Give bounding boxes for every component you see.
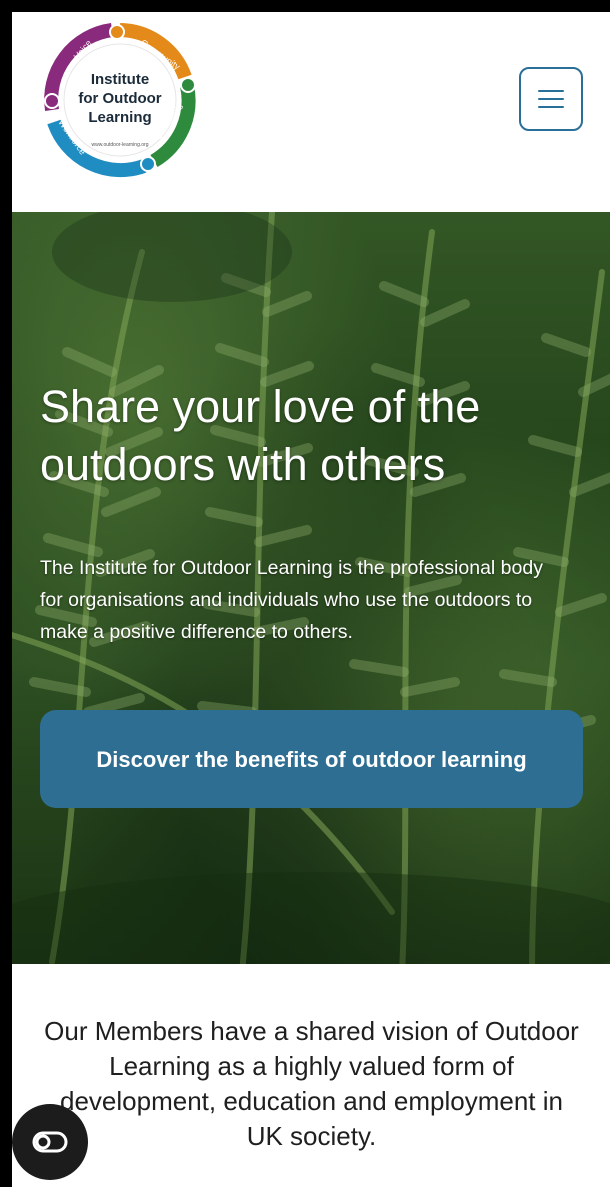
logo-line-2: for Outdoor [78, 90, 162, 107]
accessibility-toggle-icon [32, 1131, 68, 1153]
cta-label: Discover the benefits of outdoor learnin… [96, 746, 527, 772]
hero-banner: Share your love of the outdoors with oth… [12, 212, 610, 964]
discover-benefits-button[interactable]: Discover the benefits of outdoor learnin… [40, 710, 583, 808]
mission-statement: Our Members have a shared vision of Outd… [44, 1016, 579, 1151]
hero-title: Share your love of the outdoors with oth… [40, 381, 481, 490]
hamburger-icon [538, 89, 564, 109]
hero-description: The Institute for Outdoor Learning is th… [40, 557, 543, 643]
site-header: Voice Community Standards Workforce www.… [12, 12, 610, 212]
accessibility-toggle-button[interactable] [12, 1104, 88, 1180]
site-logo[interactable]: Voice Community Standards Workforce www.… [42, 22, 198, 178]
menu-toggle-button[interactable] [519, 67, 583, 131]
logo-url: www.outdoor-learning.org [92, 142, 149, 148]
logo-line-1: Institute [90, 71, 150, 88]
logo-text: Institute for Outdoor Learning [42, 70, 198, 127]
page-frame: Voice Community Standards Workforce www.… [12, 12, 610, 1187]
logo-line-3: Learning [88, 109, 152, 126]
